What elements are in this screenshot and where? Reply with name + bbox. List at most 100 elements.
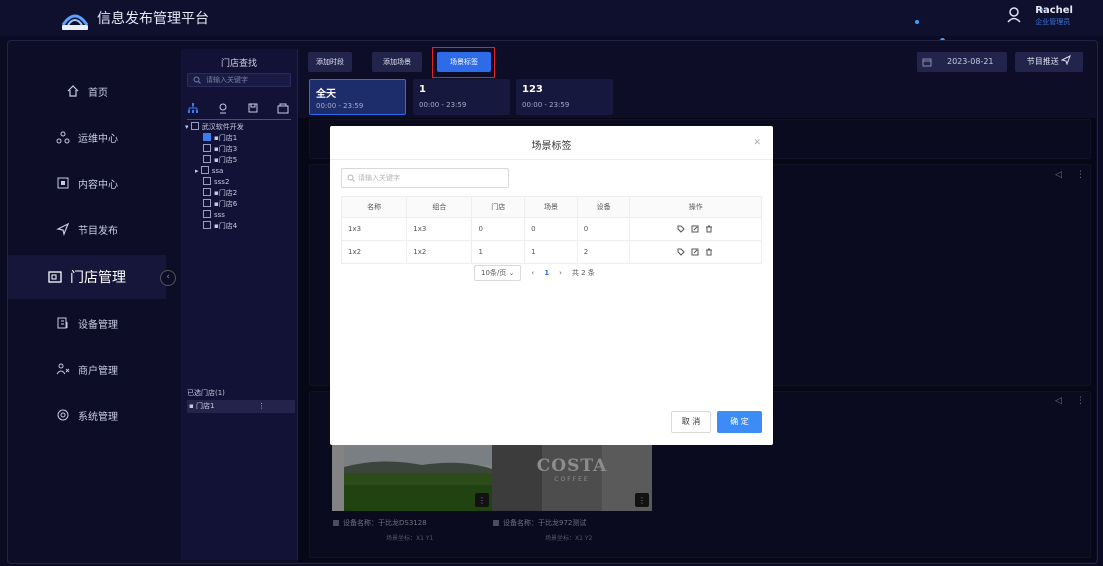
nav-item-publish[interactable]: 节目发布	[8, 209, 166, 249]
delete-icon[interactable]	[705, 248, 713, 256]
nav-item-content[interactable]: 内容中心	[8, 163, 166, 203]
tree-node[interactable]: ▪门店3	[185, 144, 244, 155]
table-cell: 1x2	[406, 240, 473, 264]
table-cell: 1x2	[340, 240, 408, 264]
content-icon	[57, 177, 69, 189]
period-name: 1	[419, 84, 426, 95]
table-cell: 0	[576, 217, 631, 241]
push-label: 节目推送	[1026, 57, 1059, 66]
period-time: 00:00 - 23:59	[419, 101, 467, 109]
checkbox[interactable]	[203, 177, 211, 185]
scene-tag-modal: 场景标签 ✕ 请输入关键字 名称 组合 门店 场景 设备 操作 1x3 1x3 …	[330, 126, 773, 445]
tree-node-label: sss2	[214, 178, 230, 186]
nav-item-device[interactable]: 设备管理	[8, 303, 166, 343]
close-icon[interactable]: ✕	[753, 138, 761, 148]
next-page-button[interactable]: ›	[559, 269, 562, 277]
add-period-button[interactable]: 添加时段	[308, 52, 352, 72]
ops-icon	[56, 131, 70, 144]
period-time: 00:00 - 23:59	[522, 101, 570, 109]
tree-node-label: 门店4	[218, 222, 238, 230]
push-program-button[interactable]: 节目推送	[1015, 52, 1083, 72]
nav-item-label: 内容中心	[78, 179, 118, 191]
store-search-input[interactable]: 请输入关键字	[187, 73, 291, 87]
tree-node[interactable]: ▸ ssa	[185, 166, 244, 177]
system-icon	[57, 409, 69, 421]
nav-item-ops[interactable]: 运维中心	[8, 117, 166, 157]
tree-node[interactable]: ▪门店1	[185, 133, 244, 144]
page-size-select[interactable]: 10条/页 ⌄	[474, 265, 522, 281]
checkbox[interactable]	[190, 122, 199, 130]
checkbox[interactable]	[203, 144, 211, 152]
highlight-box	[432, 47, 495, 78]
store-tree: ▾ 武汉软件开发 ▪门店1 ▪门店3 ▪门店5 ▸ ssa sss2 ▪门店2 …	[185, 122, 244, 232]
table-cell: 2	[576, 240, 631, 264]
row-actions	[629, 240, 762, 264]
period-card[interactable]: 全天 00:00 - 23:59	[309, 79, 406, 115]
confirm-button[interactable]: 确 定	[717, 411, 762, 433]
column-header: 设备	[576, 196, 631, 218]
caret-down-icon: ▾	[185, 123, 189, 131]
location-icon[interactable]	[217, 99, 231, 114]
tag-icon[interactable]	[677, 248, 685, 256]
store-search-placeholder: 请输入关键字	[206, 76, 248, 84]
nav-item-label: 系统管理	[78, 411, 118, 423]
nav-item-store[interactable]: 门店管理	[8, 255, 166, 299]
user-role: 企业管理员	[1035, 18, 1071, 26]
tree-node-label: 门店6	[218, 200, 238, 208]
tree-node[interactable]: sss2	[185, 177, 244, 188]
column-header: 操作	[629, 196, 762, 218]
tree-node[interactable]: ▪门店4	[185, 221, 244, 232]
tree-node[interactable]: ▪门店2	[185, 188, 244, 199]
tree-node[interactable]: ▪门店6	[185, 199, 244, 210]
current-page[interactable]: 1	[544, 269, 549, 277]
tree-node-label: 门店3	[218, 145, 238, 153]
modal-search-input[interactable]: 请输入关键字	[341, 168, 509, 188]
checkbox[interactable]	[203, 188, 211, 196]
store-icon	[48, 271, 62, 283]
selected-store-item[interactable]: ▪ 门店1 ⋮	[187, 400, 295, 413]
period-card[interactable]: 123 00:00 - 23:59	[516, 79, 613, 115]
collapse-nav-button[interactable]: ‹	[160, 270, 176, 286]
merchant-icon	[56, 363, 70, 375]
tree-node[interactable]: sss	[185, 210, 244, 221]
delete-icon[interactable]	[705, 225, 713, 233]
tab-underline	[187, 119, 291, 120]
decor-dot	[915, 20, 919, 24]
checkbox[interactable]	[203, 199, 211, 207]
modal-search-placeholder: 请输入关键字	[358, 174, 400, 182]
period-time: 00:00 - 23:59	[316, 102, 364, 110]
store-view-tabs	[187, 99, 291, 114]
nav-item-label: 运维中心	[78, 133, 118, 145]
period-card[interactable]: 1 00:00 - 23:59	[413, 79, 510, 115]
tree-node-label: 武汉软件开发	[201, 123, 244, 131]
date-picker[interactable]: 2023-08-21	[917, 52, 1007, 72]
folder-icon[interactable]	[277, 99, 291, 114]
nav-item-system[interactable]: 系统管理	[8, 395, 166, 435]
cancel-button[interactable]: 取 消	[671, 411, 711, 433]
tree-node[interactable]: ▾ 武汉软件开发	[185, 122, 244, 133]
table-row: 1x2 1x2 1 1 2	[340, 240, 762, 264]
checkbox[interactable]	[203, 221, 211, 229]
nav-item-label: 商户管理	[78, 365, 118, 377]
top-bar: 信息发布管理平台 Rachel 企业管理员	[0, 0, 1103, 36]
nav-item-merchant[interactable]: 商户管理	[8, 349, 166, 389]
selected-stores-title: 已选门店(1)	[187, 389, 225, 397]
tree-view-icon[interactable]	[187, 99, 201, 113]
checkbox[interactable]	[203, 155, 211, 163]
calendar-icon	[922, 58, 932, 67]
save-icon[interactable]	[247, 99, 261, 113]
more-icon[interactable]: ⋮	[258, 400, 265, 413]
checkbox[interactable]	[203, 210, 211, 218]
app-title: 信息发布管理平台	[97, 11, 209, 27]
user-menu[interactable]: Rachel 企业管理员	[1007, 5, 1073, 27]
tag-icon[interactable]	[677, 225, 685, 233]
edit-icon[interactable]	[691, 248, 699, 256]
tree-node[interactable]: ▪门店5	[185, 155, 244, 166]
prev-page-button[interactable]: ‹	[531, 269, 534, 277]
nav-item-home[interactable]: 首页	[8, 71, 166, 111]
table-header-row: 名称 组合 门店 场景 设备 操作	[340, 196, 762, 218]
edit-icon[interactable]	[691, 225, 699, 233]
add-scene-button[interactable]: 添加场景	[372, 52, 422, 72]
checkbox[interactable]	[200, 166, 209, 174]
checkbox[interactable]	[203, 133, 211, 141]
